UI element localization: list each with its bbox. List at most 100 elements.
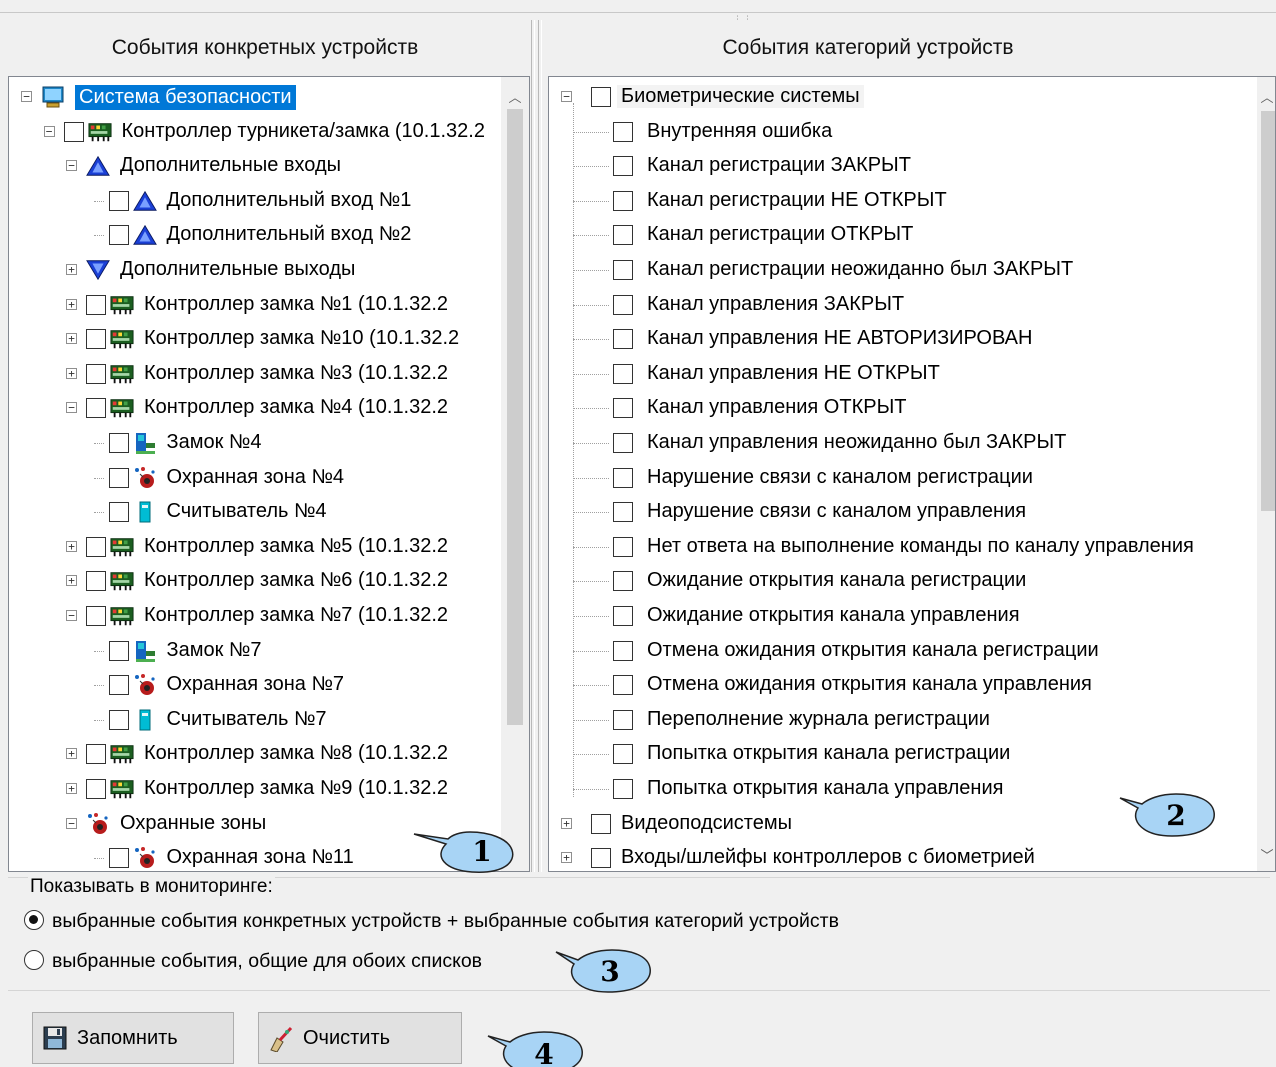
event-checkbox[interactable] — [613, 260, 633, 280]
event-checkbox[interactable] — [108, 433, 129, 453]
tree-row[interactable]: Ожидание открытия канала управления — [549, 599, 1249, 633]
event-checkbox[interactable] — [108, 640, 129, 661]
left-column-header[interactable]: События конкретных устройств — [8, 20, 502, 76]
expand-icon[interactable]: + — [66, 333, 77, 345]
tree-row[interactable]: Считыватель №7 — [9, 703, 499, 737]
tree-item-label[interactable]: Контроллер замка №4 (10.1.32.2 — [144, 396, 448, 419]
tree-row[interactable]: Канал управления НЕ АВТОРИЗИРОВАН — [549, 322, 1249, 356]
tree-row[interactable]: + Входы/шлейфы контроллеров с биометрией — [549, 841, 1249, 871]
category-label[interactable]: Видеоподсистемы — [621, 812, 792, 835]
category-label[interactable]: Биометрические системы — [617, 85, 864, 108]
save-button[interactable]: Запомнить — [32, 1012, 234, 1064]
tree-row[interactable]: Канал управления ОТКРЫТ — [549, 391, 1249, 425]
tree-item-label[interactable]: Охранные зоны — [120, 812, 266, 835]
event-checkbox[interactable] — [613, 675, 633, 696]
event-label[interactable]: Переполнение журнала регистрации — [647, 708, 990, 731]
event-label[interactable]: Ожидание открытия канала управления — [647, 604, 1020, 627]
tree-row[interactable]: Отмена ожидания открытия канала управлен… — [549, 668, 1249, 702]
event-label[interactable]: Канал управления ЗАКРЫТ — [647, 293, 904, 316]
expand-icon[interactable]: + — [66, 540, 77, 552]
tree-row[interactable]: Канал регистрации ОТКРЫТ — [549, 218, 1249, 252]
event-checkbox[interactable] — [86, 329, 106, 350]
event-checkbox[interactable] — [108, 502, 129, 523]
vertical-splitter-left[interactable] — [531, 20, 535, 872]
event-label[interactable]: Канал управления ОТКРЫТ — [647, 396, 907, 419]
tree-item-label[interactable]: Контроллер замка №7 (10.1.32.2 — [144, 604, 448, 627]
event-checkbox[interactable] — [86, 606, 106, 626]
tree-row[interactable]: − Дополнительные входы — [9, 149, 499, 183]
tree-item-label[interactable]: Замок №7 — [167, 639, 262, 662]
event-checkbox[interactable] — [613, 779, 633, 799]
event-label[interactable]: Канал регистрации НЕ ОТКРЫТ — [647, 189, 947, 212]
event-label[interactable]: Отмена ожидания открытия канала управлен… — [647, 673, 1092, 696]
collapse-icon[interactable]: − — [43, 125, 55, 137]
collapse-icon[interactable]: − — [561, 91, 572, 102]
tree-row[interactable]: − Контроллер замка №4 (10.1.32.2 — [9, 391, 499, 425]
collapse-icon[interactable]: − — [21, 91, 32, 102]
radio-label-combined[interactable]: выбранные события конкретных устройств +… — [52, 910, 839, 933]
event-label[interactable]: Канал регистрации ОТКРЫТ — [647, 223, 913, 246]
scroll-up-arrow-icon[interactable]: ︿ — [1255, 87, 1275, 106]
event-checkbox[interactable] — [108, 467, 129, 488]
event-checkbox[interactable] — [613, 709, 633, 730]
left-vertical-scrollbar[interactable]: ︿ — [501, 77, 529, 871]
event-label[interactable]: Канал регистрации ЗАКРЫТ — [647, 154, 911, 177]
expand-icon[interactable]: + — [561, 817, 572, 829]
tree-item-label[interactable]: Контроллер замка №3 (10.1.32.2 — [144, 362, 448, 385]
tree-row[interactable]: Переполнение журнала регистрации — [549, 703, 1249, 737]
event-checkbox[interactable] — [613, 329, 633, 350]
tree-row[interactable]: Канал управления неожиданно был ЗАКРЫТ — [549, 426, 1249, 460]
event-checkbox[interactable] — [613, 190, 633, 211]
tree-item-label[interactable]: Дополнительные выходы — [120, 258, 355, 281]
event-label[interactable]: Попытка открытия канала управления — [647, 777, 1003, 800]
tree-row[interactable]: Ожидание открытия канала регистрации — [549, 564, 1249, 598]
event-checkbox[interactable] — [108, 709, 129, 730]
event-checkbox[interactable] — [613, 606, 633, 626]
right-scroll-thumb[interactable] — [1261, 111, 1275, 511]
tree-row[interactable]: Канал регистрации ЗАКРЫТ — [549, 149, 1249, 183]
tree-row[interactable]: Нарушение связи с каналом управления — [549, 495, 1249, 529]
event-checkbox[interactable] — [613, 744, 633, 765]
event-label[interactable]: Канал управления НЕ АВТОРИЗИРОВАН — [647, 327, 1032, 350]
event-label[interactable]: Канал управления НЕ ОТКРЫТ — [647, 362, 940, 385]
right-column-header[interactable]: События категорий устройств — [548, 20, 1188, 76]
tree-row[interactable]: + Контроллер замка №9 (10.1.32.2 — [9, 772, 499, 806]
tree-item-label[interactable]: Контроллер замка №10 (10.1.32.2 — [144, 327, 459, 350]
event-label[interactable]: Попытка открытия канала регистрации — [647, 742, 1010, 765]
event-checkbox[interactable] — [108, 225, 129, 246]
tree-item-label[interactable]: Считыватель №7 — [167, 708, 327, 731]
left-scroll-thumb[interactable] — [507, 109, 523, 725]
event-checkbox[interactable] — [86, 398, 106, 419]
collapse-icon[interactable]: − — [66, 160, 77, 172]
tree-item-label[interactable]: Замок №4 — [167, 431, 262, 454]
tree-item-label[interactable]: Контроллер замка №1 (10.1.32.2 — [144, 293, 448, 316]
tree-row[interactable]: Охранная зона №4 — [9, 461, 499, 495]
event-checkbox[interactable] — [613, 536, 633, 557]
tree-row[interactable]: + Дополнительные выходы — [9, 253, 499, 287]
radio-option-combined[interactable] — [24, 910, 44, 930]
tree-row[interactable]: Канал регистрации неожиданно был ЗАКРЫТ — [549, 253, 1249, 287]
tree-row[interactable]: + Контроллер замка №8 (10.1.32.2 — [9, 737, 499, 771]
event-label[interactable]: Канал управления неожиданно был ЗАКРЫТ — [647, 431, 1066, 454]
tree-row[interactable]: + Контроллер замка №6 (10.1.32.2 — [9, 564, 499, 598]
tree-row[interactable]: Дополнительный вход №1 — [9, 184, 499, 218]
tree-row[interactable]: Дополнительный вход №2 — [9, 218, 499, 252]
right-vertical-scrollbar[interactable]: ︿ ﹀ — [1255, 77, 1275, 871]
event-checkbox[interactable] — [613, 363, 633, 384]
event-checkbox[interactable] — [613, 121, 633, 142]
expand-icon[interactable]: + — [66, 575, 77, 587]
event-label[interactable]: Ожидание открытия канала регистрации — [647, 569, 1026, 592]
event-checkbox[interactable] — [86, 779, 106, 799]
scroll-down-arrow-icon[interactable]: ﹀ — [1255, 845, 1275, 864]
event-checkbox[interactable] — [613, 502, 633, 523]
event-checkbox[interactable] — [613, 225, 633, 246]
tree-row[interactable]: − Система безопасности — [9, 80, 499, 114]
event-checkbox[interactable] — [86, 571, 106, 592]
expand-icon[interactable]: + — [66, 367, 77, 379]
event-checkbox[interactable] — [613, 467, 633, 488]
tree-row[interactable]: + Контроллер замка №5 (10.1.32.2 — [9, 530, 499, 564]
tree-row[interactable]: Канал регистрации НЕ ОТКРЫТ — [549, 184, 1249, 218]
event-checkbox[interactable] — [86, 363, 106, 384]
tree-row[interactable]: Канал управления ЗАКРЫТ — [549, 288, 1249, 322]
event-label[interactable]: Отмена ожидания открытия канала регистра… — [647, 639, 1099, 662]
